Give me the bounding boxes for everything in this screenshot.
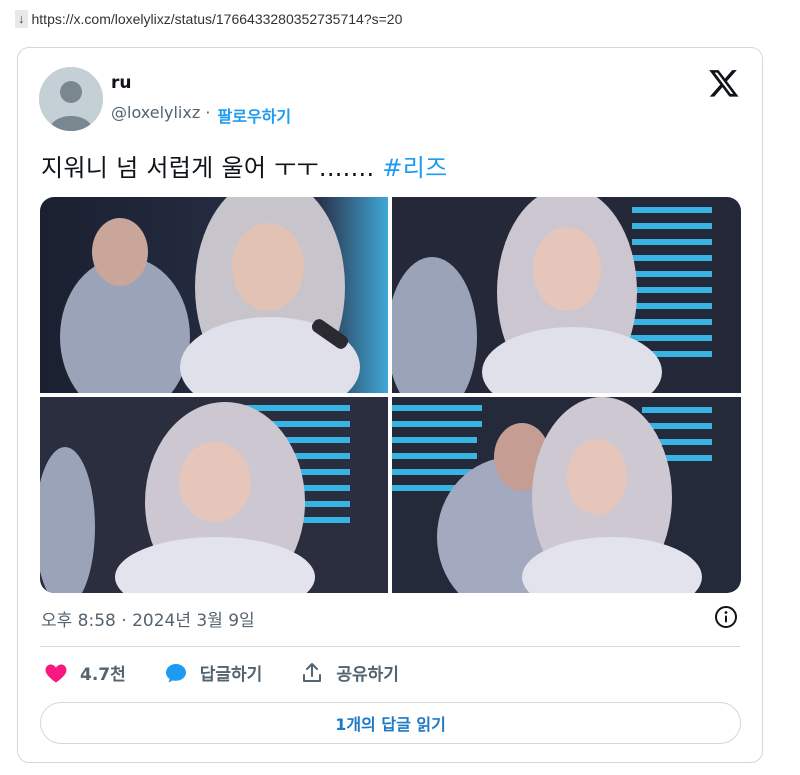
like-button[interactable]: 4.7천	[44, 660, 126, 685]
heart-icon	[45, 664, 67, 682]
x-logo-icon[interactable]	[708, 67, 740, 99]
share-label: 공유하기	[336, 665, 399, 685]
photo-2[interactable]	[392, 197, 741, 393]
download-arrow-icon[interactable]: ↓	[15, 10, 28, 28]
follow-button[interactable]: 팔로우하기	[218, 103, 292, 127]
photo-1[interactable]	[40, 197, 388, 393]
tweet-timestamp[interactable]: 오후 8:58 · 2024년 3월 9일	[41, 606, 255, 631]
reply-button[interactable]: 답글하기	[164, 660, 263, 685]
photo-3[interactable]	[40, 397, 388, 593]
author-name[interactable]: ru	[111, 73, 132, 93]
tweet-text: 지워니 넘 서럽게 울어 ㅜㅜ....... #리즈	[41, 148, 448, 183]
concert-photo-image	[40, 197, 388, 393]
concert-photo-image	[392, 397, 741, 593]
concert-photo-image	[392, 197, 741, 393]
photo-4[interactable]	[392, 397, 741, 593]
author-handle[interactable]: @loxelylixz	[111, 103, 200, 127]
share-icon	[303, 662, 322, 682]
read-replies-button[interactable]: 1개의 답글 읽기	[40, 702, 741, 744]
avatar[interactable]	[39, 67, 103, 131]
address-bar[interactable]: ↓ https://x.com/loxelylixz/status/176643…	[15, 8, 402, 30]
reply-bubble-icon	[165, 663, 186, 682]
tweet-card: ru @loxelylixz · 팔로우하기 지워니 넘 서럽게 울어 ㅜㅜ..…	[17, 47, 763, 763]
concert-photo-image	[40, 397, 388, 593]
like-count: 4.7천	[80, 665, 126, 685]
url-text[interactable]: https://x.com/loxelylixz/status/17664332…	[32, 11, 403, 27]
default-avatar-icon	[39, 67, 103, 131]
tweet-body: 지워니 넘 서럽게 울어 ㅜㅜ.......	[41, 154, 383, 182]
author-handle-row: @loxelylixz · 팔로우하기	[111, 103, 291, 127]
divider	[40, 646, 740, 647]
hashtag-link[interactable]: #리즈	[382, 154, 447, 182]
action-bar: 4.7천 답글하기 공유하기	[44, 660, 437, 685]
handle-separator: ·	[200, 103, 216, 122]
media-grid	[40, 197, 741, 593]
info-icon[interactable]	[714, 605, 738, 629]
share-button[interactable]: 공유하기	[300, 660, 399, 685]
reply-label: 답글하기	[199, 665, 263, 685]
